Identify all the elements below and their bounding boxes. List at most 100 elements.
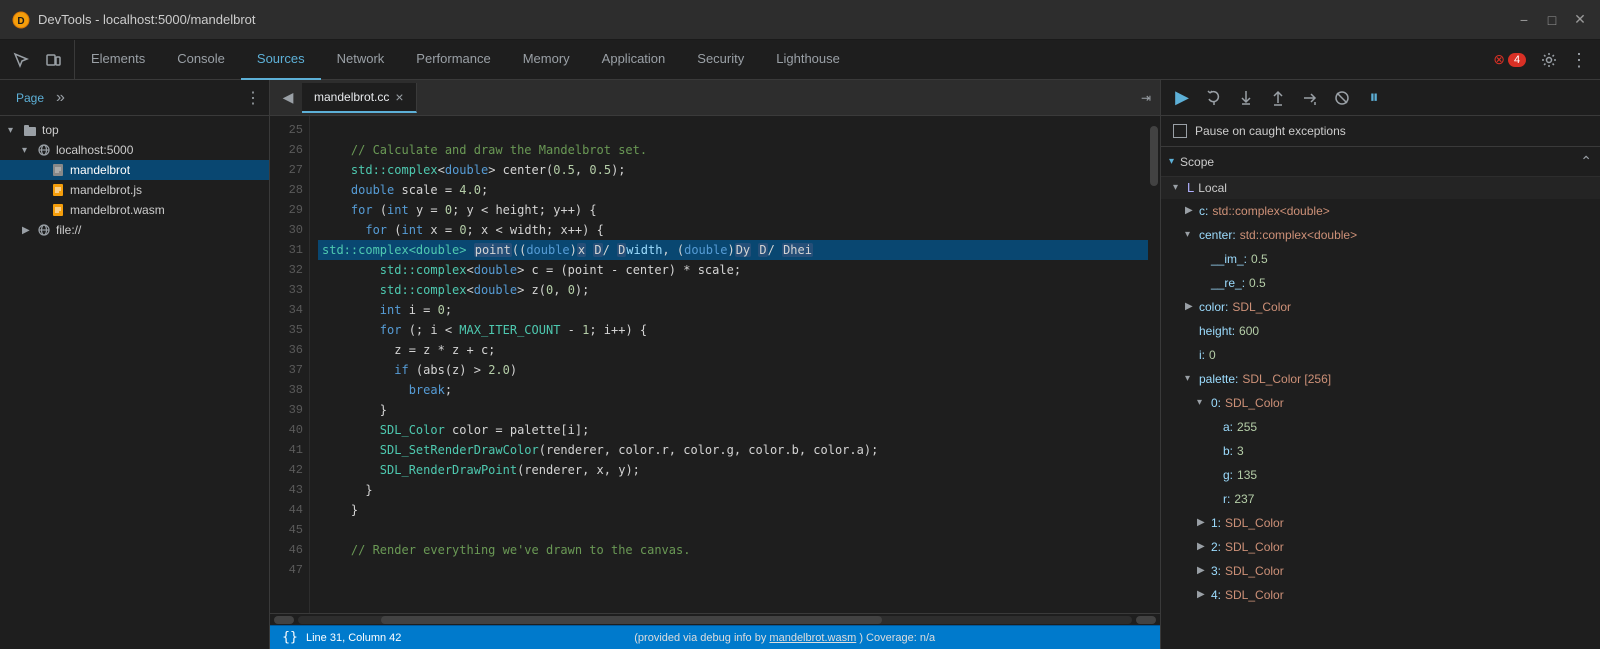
scope-header[interactable]: ▾ Scope ⌃	[1161, 147, 1600, 177]
scope-key: i:	[1199, 345, 1205, 365]
tree-item-file---[interactable]: ▶ file://	[0, 220, 269, 240]
format-button[interactable]: {}	[282, 630, 298, 646]
tree-item-mandelbrot-js[interactable]: mandelbrot.js	[0, 180, 269, 200]
error-badge[interactable]: ⊗ 4	[1487, 47, 1532, 72]
nav-tab-elements[interactable]: Elements	[75, 40, 161, 80]
scope-key: height:	[1199, 321, 1235, 341]
scope-items-container: ▶c:std::complex<double>▾center:std::comp…	[1161, 199, 1600, 607]
nav-tab-application[interactable]: Application	[586, 40, 682, 80]
nav-tab-network[interactable]: Network	[321, 40, 401, 80]
scope-arrow[interactable]: ▶	[1197, 537, 1211, 557]
scrollbar-thumb-v[interactable]	[1150, 126, 1158, 186]
scope-item[interactable]: ▾0:SDL_Color	[1161, 391, 1600, 415]
step-button[interactable]	[1297, 85, 1323, 111]
scope-item[interactable]: ▶color:SDL_Color	[1161, 295, 1600, 319]
scope-item[interactable]: ▾center:std::complex<double>	[1161, 223, 1600, 247]
scope-collapse-button[interactable]: ⌃	[1580, 153, 1592, 170]
resume-button[interactable]: ▶	[1169, 85, 1195, 111]
nav-bar: ElementsConsoleSourcesNetworkPerformance…	[0, 40, 1600, 80]
code-content[interactable]: ​ // Calculate and draw the Mandelbrot s…	[310, 116, 1160, 613]
tree-label: mandelbrot.js	[70, 183, 142, 197]
scope-item[interactable]: ▶2:SDL_Color	[1161, 535, 1600, 559]
pause-on-exceptions-button[interactable]: ⏸	[1361, 85, 1387, 111]
tree-item-localhost-5000[interactable]: ▾localhost:5000	[0, 140, 269, 160]
devtools-icon: D	[12, 11, 30, 29]
center-panel: ◀ mandelbrot.cc × ⇥ 25262728293031323334…	[270, 80, 1160, 649]
more-tabs-button[interactable]: »	[56, 89, 65, 107]
scope-arrow[interactable]: ▶	[1185, 201, 1199, 221]
device-toolbar-button[interactable]	[40, 47, 66, 73]
svg-text:D: D	[17, 16, 24, 27]
main-layout: Page » ⋮ ▾top▾localhost:5000mandelbrot ma…	[0, 80, 1600, 649]
page-tab[interactable]: Page	[8, 87, 52, 109]
scope-value: SDL_Color	[1225, 513, 1284, 533]
scope-key: 3:	[1211, 561, 1221, 581]
scope-item[interactable]: ▶c:std::complex<double>	[1161, 199, 1600, 223]
close-button[interactable]: ✕	[1572, 12, 1588, 28]
scope-key: 4:	[1211, 585, 1221, 605]
scope-item[interactable]: ▶3:SDL_Color	[1161, 559, 1600, 583]
scope-arrow[interactable]: ▾	[1197, 393, 1211, 413]
minimize-button[interactable]: −	[1516, 12, 1532, 28]
h-scroll-thumb[interactable]	[381, 616, 881, 624]
scope-item[interactable]: ▶4:SDL_Color	[1161, 583, 1600, 607]
nav-tab-performance[interactable]: Performance	[400, 40, 506, 80]
right-panel: ▶	[1160, 80, 1600, 649]
tab-close-button[interactable]: ×	[395, 89, 403, 105]
editor-tab-mandelbrot[interactable]: mandelbrot.cc ×	[302, 83, 417, 113]
panel-toolbar: Page » ⋮	[0, 80, 269, 116]
step-out-button[interactable]	[1265, 85, 1291, 111]
pause-exceptions-checkbox[interactable]	[1173, 124, 1187, 138]
tree-arrow: ▶	[22, 225, 36, 236]
scope-arrow[interactable]: ▶	[1185, 297, 1199, 317]
tab-back-button[interactable]: ◀	[274, 84, 302, 112]
scope-key: __im_:	[1211, 249, 1247, 269]
scope-value: 0.5	[1249, 273, 1266, 293]
deactivate-breakpoints-button[interactable]	[1329, 85, 1355, 111]
scope-item[interactable]: ▶1:SDL_Color	[1161, 511, 1600, 535]
scope-item: a:255	[1161, 415, 1600, 439]
h-scroll-right[interactable]	[1136, 616, 1156, 624]
scope-local-header[interactable]: ▾ L Local	[1161, 177, 1600, 199]
scope-item[interactable]: ▾palette:SDL_Color [256]	[1161, 367, 1600, 391]
inspect-element-button[interactable]	[8, 47, 34, 73]
file-icon	[50, 183, 66, 197]
scope-item: b:3	[1161, 439, 1600, 463]
more-menu-button[interactable]: ⋮	[1566, 47, 1592, 73]
nav-tab-security[interactable]: Security	[681, 40, 760, 80]
scope-item: g:135	[1161, 463, 1600, 487]
file-icon	[36, 223, 52, 237]
scope-key: __re_:	[1211, 273, 1245, 293]
horizontal-scrollbar[interactable]	[270, 613, 1160, 625]
scope-arrow[interactable]: ▶	[1197, 585, 1211, 605]
panel-menu-button[interactable]: ⋮	[245, 88, 261, 108]
scope-panel: ▾ Scope ⌃ ▾ L Local ▶c:std::complex<doub…	[1161, 147, 1600, 649]
nav-tab-lighthouse[interactable]: Lighthouse	[760, 40, 856, 80]
scope-value: std::complex<double>	[1240, 225, 1357, 245]
scope-value: SDL_Color	[1225, 537, 1284, 557]
nav-tab-memory[interactable]: Memory	[507, 40, 586, 80]
tree-item-mandelbrot[interactable]: mandelbrot	[0, 160, 269, 180]
h-scroll-left[interactable]	[274, 616, 294, 624]
scope-value: 3	[1237, 441, 1244, 461]
scope-arrow[interactable]: ▾	[1185, 369, 1199, 389]
settings-button[interactable]	[1536, 47, 1562, 73]
scope-arrow[interactable]: ▾	[1185, 225, 1199, 245]
scope-item: i:0	[1161, 343, 1600, 367]
step-into-button[interactable]	[1233, 85, 1259, 111]
tree-item-mandelbrot-wasm[interactable]: mandelbrot.wasm	[0, 200, 269, 220]
nav-tab-sources[interactable]: Sources	[241, 40, 321, 80]
tree-label: file://	[56, 223, 81, 237]
scope-arrow[interactable]: ▶	[1197, 513, 1211, 533]
source-link[interactable]: mandelbrot.wasm	[769, 632, 856, 644]
local-label: Local	[1198, 179, 1227, 197]
scope-item: __im_:0.5	[1161, 247, 1600, 271]
left-panel: Page » ⋮ ▾top▾localhost:5000mandelbrot ma…	[0, 80, 270, 649]
step-over-button[interactable]	[1201, 85, 1227, 111]
tree-item-top[interactable]: ▾top	[0, 120, 269, 140]
exceptions-row: Pause on caught exceptions	[1161, 116, 1600, 147]
nav-tab-console[interactable]: Console	[161, 40, 241, 80]
scope-arrow[interactable]: ▶	[1197, 561, 1211, 581]
maximize-button[interactable]: □	[1544, 12, 1560, 28]
editor-expand-button[interactable]: ⇥	[1132, 84, 1160, 112]
